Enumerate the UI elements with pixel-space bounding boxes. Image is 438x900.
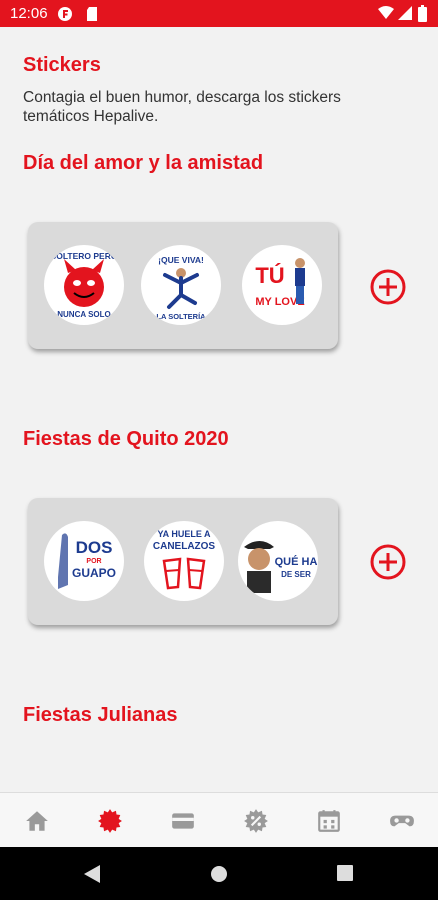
sticker-text: CANELAZOS xyxy=(153,541,216,552)
back-icon[interactable] xyxy=(84,865,100,883)
sd-card-icon xyxy=(87,7,97,21)
sticker-que-viva: ¡QUE VIVA! LA SOLTERÍA xyxy=(141,245,221,325)
home-icon[interactable] xyxy=(24,808,50,834)
status-bar: 12:06 xyxy=(0,0,438,27)
section-title-julianas: Fiestas Julianas xyxy=(23,704,178,726)
sticker-text: QUÉ HA xyxy=(275,555,318,568)
wifi-icon xyxy=(378,6,394,19)
sticker-text: LA SOLTERÍA xyxy=(156,312,206,321)
bottom-nav xyxy=(0,792,438,848)
sticker-soltero-devil: SOLTERO PERO NUNCA SOLO xyxy=(44,245,124,325)
calendar-icon[interactable] xyxy=(316,808,342,834)
sticker-text: GUAPO xyxy=(72,566,116,580)
sticker-text: POR xyxy=(86,558,101,565)
sticker-text: ¡QUE VIVA! xyxy=(158,255,204,265)
sticker-dos-por-guapo: DOS POR GUAPO xyxy=(44,521,124,601)
discount-icon[interactable] xyxy=(243,808,269,834)
home-button-icon[interactable] xyxy=(210,865,228,883)
sticker-text: DE SER xyxy=(281,570,311,579)
android-nav-bar xyxy=(0,847,438,900)
sticker-text: TÚ xyxy=(255,263,284,288)
sticker-icon[interactable] xyxy=(97,808,123,834)
status-time: 12:06 xyxy=(10,5,48,22)
sticker-pack-quito[interactable]: DOS POR GUAPO YA HUELE A CANELAZOS QUÉ H… xyxy=(28,498,338,625)
sticker-text: DOS xyxy=(76,538,113,557)
card-icon[interactable] xyxy=(170,808,196,834)
recents-icon[interactable] xyxy=(337,865,353,881)
add-pack-quito-button[interactable] xyxy=(370,544,406,580)
section-title-quito: Fiestas de Quito 2020 xyxy=(23,428,229,450)
page-title: Stickers xyxy=(23,54,101,76)
sticker-pack-amor[interactable]: SOLTERO PERO NUNCA SOLO ¡QUE VIVA! LA SO… xyxy=(28,222,338,349)
signal-icon xyxy=(398,6,412,20)
section-title-amor: Día del amor y la amistad xyxy=(23,152,264,174)
battery-icon xyxy=(418,5,427,22)
sticker-text: NUNCA SOLO xyxy=(57,310,110,319)
sticker-tu-my-love: TÚ MY LOVE xyxy=(242,245,322,325)
sticker-text: YA HUELE A xyxy=(157,529,211,539)
sticker-que-ha-de-ser: QUÉ HA DE SER xyxy=(238,521,318,601)
add-pack-amor-button[interactable] xyxy=(370,269,406,305)
sticker-canelazos: YA HUELE A CANELAZOS xyxy=(144,521,224,601)
sticker-text: SOLTERO PERO xyxy=(51,251,118,261)
gamepad-icon[interactable] xyxy=(389,808,415,834)
notification-app-icon xyxy=(58,7,72,21)
page-description: Contagia el buen humor, descarga los sti… xyxy=(23,89,341,125)
